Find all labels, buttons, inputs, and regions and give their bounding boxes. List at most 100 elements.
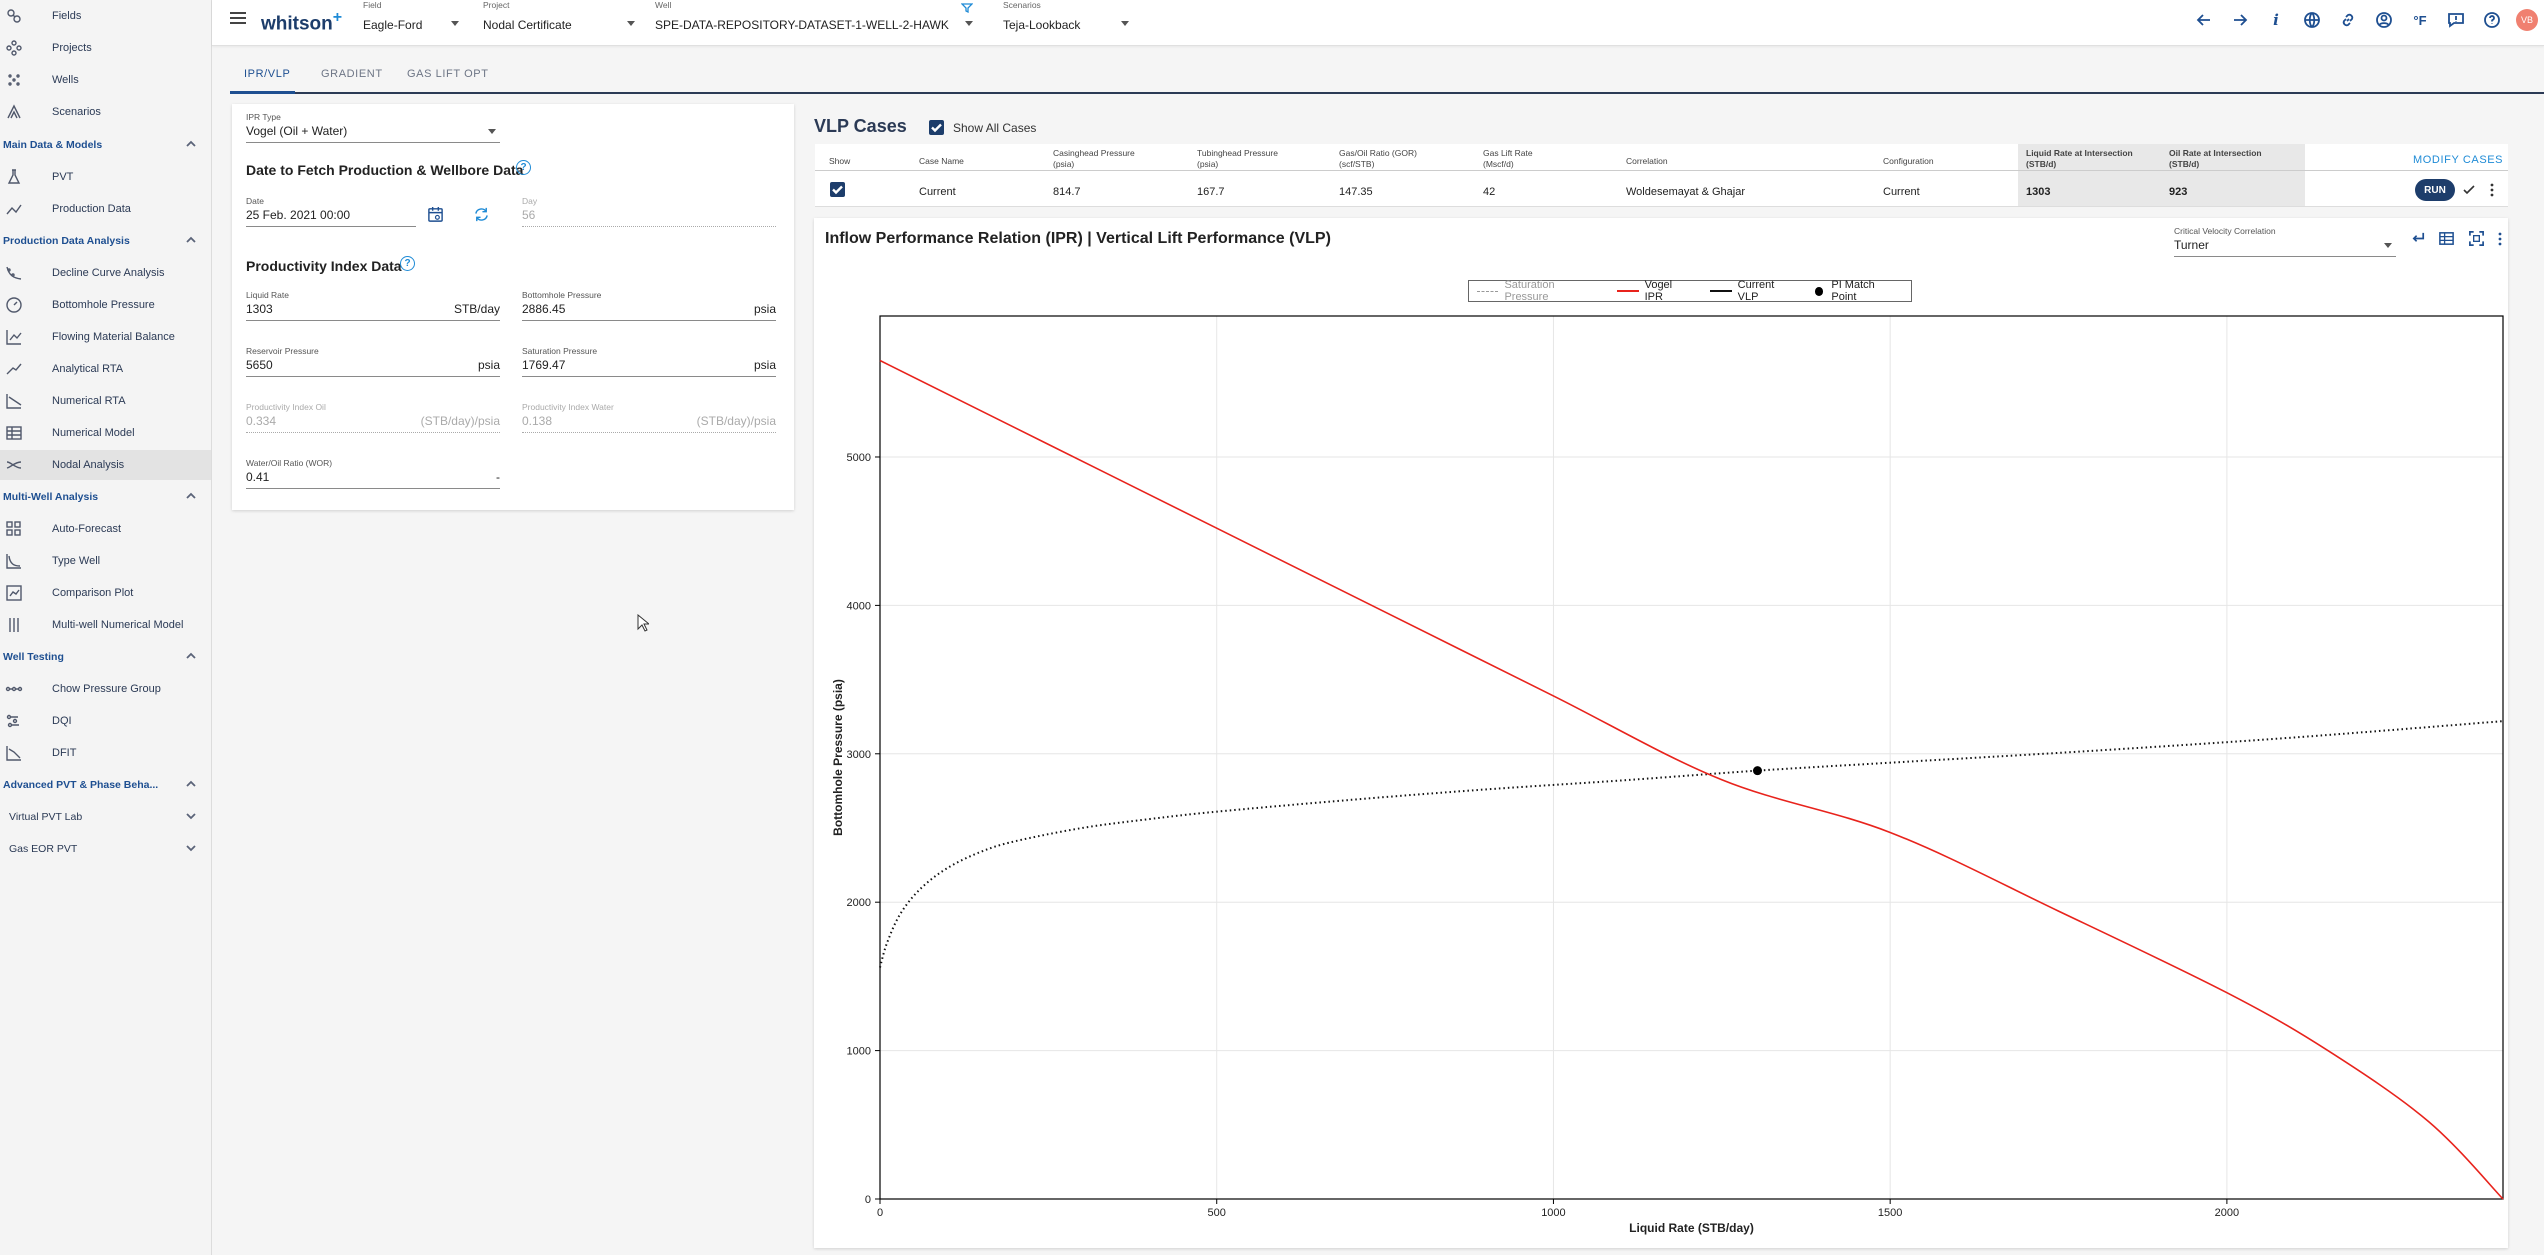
y-tick-label: 4000 <box>847 600 871 612</box>
x-tick-label: 1000 <box>1541 1207 1565 1219</box>
sidebar-item-label: Comparison Plot <box>52 587 134 599</box>
section-label: Production Data Analysis <box>3 235 130 247</box>
section-gas-eor-pvt[interactable]: Gas EOR PVT <box>0 834 211 864</box>
sidebar-item-fields[interactable]: Fields <box>0 1 211 31</box>
field-underline <box>522 376 776 377</box>
temperature-units-toggle[interactable]: °F <box>2402 9 2438 31</box>
reservoir-pressure-field[interactable]: Reservoir Pressure 5650 psia <box>246 346 500 378</box>
refresh-icon[interactable] <box>473 206 490 228</box>
sidebar-item-bottomhole-pressure[interactable]: Bottomhole Pressure <box>0 290 211 320</box>
tab-gas-lift-opt[interactable]: GAS LIFT OPT <box>407 68 489 80</box>
saturation-pressure-label: Saturation Pressure <box>522 346 598 356</box>
bhp-field[interactable]: Bottomhole Pressure 2886.45 psia <box>522 290 776 322</box>
ipr-type-select[interactable]: IPR Type Vogel (Oil + Water) <box>246 112 500 144</box>
help-icon[interactable] <box>2474 9 2510 31</box>
tab-gradient[interactable]: GRADIENT <box>321 68 383 80</box>
wor-field[interactable]: Water/Oil Ratio (WOR) 0.41 - <box>246 458 500 490</box>
modify-cases-button[interactable]: MODIFY CASES <box>2413 155 2503 166</box>
link-icon[interactable] <box>2330 9 2366 31</box>
sidebar-item-multi-well-numerical-model[interactable]: Multi-well Numerical Model <box>0 610 211 640</box>
x-axis-label: Liquid Rate (STB/day) <box>1629 1221 1754 1235</box>
sidebar-item-flowing-material-balance[interactable]: Flowing Material Balance <box>0 322 211 352</box>
project-select-label: Project <box>483 0 510 10</box>
date-value: 25 Feb. 2021 00:00 <box>246 208 351 222</box>
sidebar-item-numerical-model[interactable]: Numerical Model <box>0 418 211 448</box>
section-virtual-pvt-lab[interactable]: Virtual PVT Lab <box>0 802 211 832</box>
section-multi-well-analysis[interactable]: Multi-Well Analysis <box>0 482 211 512</box>
sidebar-item-scenarios[interactable]: Scenarios <box>0 97 211 127</box>
nodal-icon <box>4 455 24 475</box>
forward-arrow-icon[interactable] <box>2222 9 2258 31</box>
check-icon[interactable] <box>2462 183 2476 202</box>
grid-model-icon <box>4 423 24 443</box>
configuration-cell: Current <box>1883 186 1920 198</box>
sidebar-item-label: Production Data <box>52 203 131 215</box>
sidebar-item-type-well[interactable]: Type Well <box>0 546 211 576</box>
field-underline <box>246 142 500 143</box>
sidebar-item-label: Scenarios <box>52 106 101 118</box>
field-select-label: Field <box>363 0 382 10</box>
sidebar-item-dfit[interactable]: DFIT <box>0 738 211 768</box>
liquid-rate-label: Liquid Rate <box>246 290 290 300</box>
saturation-pressure-field[interactable]: Saturation Pressure 1769.47 psia <box>522 346 776 378</box>
help-icon[interactable]: ? <box>516 160 531 175</box>
more-vert-icon[interactable] <box>2489 182 2495 203</box>
section-production-data-analysis[interactable]: Production Data Analysis <box>0 226 211 256</box>
dropdown-arrow-icon <box>627 21 635 26</box>
sidebar-item-analytical-rta[interactable]: Analytical RTA <box>0 354 211 384</box>
comparison-icon <box>4 583 24 603</box>
pi-oil-value: 0.334 <box>246 414 277 428</box>
sidebar-item-decline-curve-analysis[interactable]: Decline Curve Analysis <box>0 258 211 288</box>
scenario-select-value: Teja-Lookback <box>1003 18 1081 32</box>
globe-icon[interactable] <box>2294 9 2330 31</box>
sidebar-item-label: Analytical RTA <box>52 363 124 375</box>
run-button[interactable]: RUN <box>2415 179 2455 201</box>
sidebar-item-label: Numerical Model <box>52 427 135 439</box>
pi-oil-field: Productivity Index Oil 0.334 (STB/day)/p… <box>246 402 500 434</box>
sidebar-item-production-data[interactable]: Production Data <box>0 194 211 224</box>
x-tick-label: 500 <box>1208 1207 1226 1219</box>
y-tick-label: 0 <box>865 1194 871 1206</box>
section-label: Gas EOR PVT <box>9 843 78 855</box>
scenarios-icon <box>4 102 24 122</box>
gas-lift-cell: 42 <box>1483 186 1496 198</box>
col-gas-lift: Gas Lift Rate (Mscf/d) <box>1483 148 1533 170</box>
help-icon[interactable]: ? <box>400 256 415 271</box>
liquid-rate-field[interactable]: Liquid Rate 1303 STB/day <box>246 290 500 322</box>
sidebar-item-auto-forecast[interactable]: Auto-Forecast <box>0 514 211 544</box>
sidebar-item-projects[interactable]: Projects <box>0 33 211 63</box>
section-main-data-models[interactable]: Main Data & Models <box>0 130 211 160</box>
logo[interactable]: whitson+ <box>261 9 342 35</box>
col-liq-int-line1: Liquid Rate at Intersection <box>2026 148 2133 158</box>
liquid-rate-unit: STB/day <box>453 302 500 316</box>
dropdown-arrow-icon <box>1121 21 1129 26</box>
info-icon[interactable]: i <box>2258 9 2294 31</box>
section-advanced-pvt[interactable]: Advanced PVT & Phase Beha... <box>0 770 211 800</box>
col-oil-int-line1: Oil Rate at Intersection <box>2169 148 2262 158</box>
x-tick-label: 0 <box>877 1207 883 1219</box>
chevron-up-icon <box>185 234 197 249</box>
bar-chart-icon <box>4 327 24 347</box>
sidebar-item-nodal-analysis[interactable]: Nodal Analysis <box>0 450 211 480</box>
back-arrow-icon[interactable] <box>2186 9 2222 31</box>
menu-icon[interactable] <box>230 12 246 27</box>
account-icon[interactable] <box>2366 9 2402 31</box>
sidebar-item-chow-pressure-group[interactable]: Chow Pressure Group <box>0 674 211 704</box>
col-configuration: Configuration <box>1883 156 1934 166</box>
feedback-icon[interactable] <box>2438 9 2474 31</box>
sidebar-item-dqi[interactable]: DQI <box>0 706 211 736</box>
dropdown-arrow-icon <box>488 129 496 134</box>
filter-icon[interactable] <box>960 0 974 14</box>
section-well-testing[interactable]: Well Testing <box>0 642 211 672</box>
avatar[interactable]: VB <box>2516 9 2538 31</box>
show-all-cases-checkbox[interactable] <box>929 120 944 135</box>
sidebar-item-numerical-rta[interactable]: Numerical RTA <box>0 386 211 416</box>
case-show-checkbox[interactable] <box>830 182 845 197</box>
sidebar-item-wells[interactable]: Wells <box>0 65 211 95</box>
date-field[interactable]: Date 25 Feb. 2021 00:00 <box>246 196 416 228</box>
gauge-icon <box>4 295 24 315</box>
calendar-icon[interactable] <box>427 206 444 228</box>
sidebar-item-pvt[interactable]: PVT <box>0 162 211 192</box>
tab-ipr-vlp[interactable]: IPR/VLP <box>244 68 290 80</box>
sidebar-item-comparison-plot[interactable]: Comparison Plot <box>0 578 211 608</box>
